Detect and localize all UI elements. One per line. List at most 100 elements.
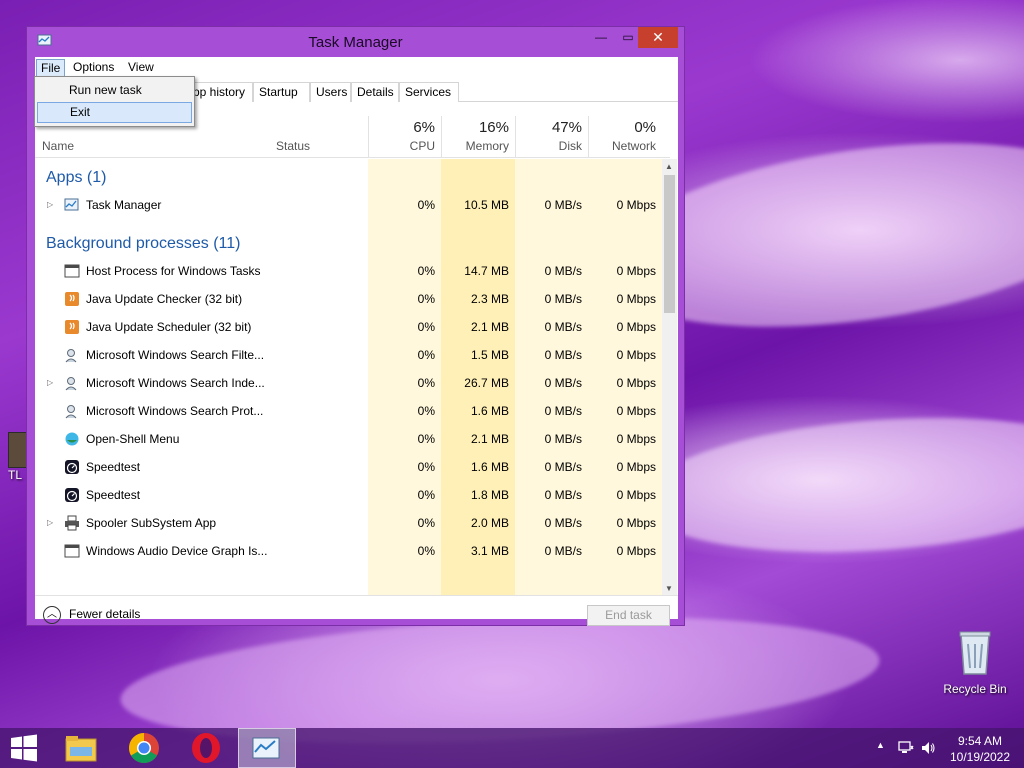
column-cpu[interactable]: 6% CPU	[368, 116, 441, 158]
scroll-down-arrow-icon[interactable]: ▼	[665, 584, 673, 593]
chrome-button[interactable]	[118, 728, 170, 768]
printer-icon	[65, 515, 79, 531]
speedtest-icon	[65, 488, 79, 502]
process-row[interactable]: ▷ Task Manager 0% 10.5 MB 0 MB/s 0 Mbps	[35, 191, 662, 219]
app-icon	[8, 432, 28, 468]
column-network[interactable]: 0% Network	[588, 116, 662, 158]
column-status[interactable]: Status	[276, 139, 310, 153]
clock[interactable]: 9:54 AM 10/19/2022	[948, 733, 1012, 765]
process-memory-value: 14.7 MB	[464, 264, 509, 278]
tab-services[interactable]: Services	[399, 82, 459, 102]
clock-time: 9:54 AM	[957, 734, 1003, 748]
process-disk-value: 0 MB/s	[544, 516, 582, 530]
process-row[interactable]: Host Process for Windows Tasks 0% 14.7 MB 0…	[35, 257, 662, 285]
volume-icon[interactable]	[920, 740, 936, 756]
process-disk-value: 0 MB/s	[544, 376, 582, 390]
process-row[interactable]: Speedtest 0% 1.8 MB 0 MB/s 0 Mbps	[35, 481, 662, 509]
process-row[interactable]: ▷ Spooler SubSystem App 0% 2.0 MB 0 MB/s 0 Mb…	[35, 509, 662, 537]
clock-date: 10/19/2022	[949, 750, 1011, 764]
group-header-label: Background processes (11)	[46, 235, 241, 252]
process-row[interactable]: Java Update Scheduler (32 bit) 0% 2.1 MB 0 …	[35, 313, 662, 341]
column-memory[interactable]: 16% Memory	[441, 116, 515, 158]
process-name: Windows Audio Device Graph Is...	[86, 544, 268, 558]
process-disk-value: 0 MB/s	[544, 264, 582, 278]
process-row[interactable]: Speedtest 0% 1.6 MB 0 MB/s 0 Mbps	[35, 453, 662, 481]
process-row[interactable]: Microsoft Windows Search Filte... 0% 1.5 M…	[35, 341, 662, 369]
process-cpu-value: 0%	[417, 320, 435, 334]
footer: ︿ Fewer details End task	[35, 595, 678, 626]
process-name: Java Update Scheduler (32 bit)	[86, 320, 252, 334]
process-cpu-value: 0%	[417, 488, 435, 502]
process-disk-value: 0 MB/s	[544, 198, 582, 212]
process-disk-value: 0 MB/s	[544, 404, 582, 418]
tab-details[interactable]: Details	[351, 82, 399, 102]
menu-item-exit[interactable]: Exit	[37, 102, 192, 123]
process-memory-value: 1.6 MB	[470, 404, 509, 418]
process-cpu-value: 0%	[417, 198, 435, 212]
close-button[interactable]: ✕	[638, 27, 678, 48]
scroll-up-arrow-icon[interactable]: ▲	[665, 162, 673, 171]
cpu-percent: 6%	[413, 119, 435, 136]
process-network-value: 0 Mbps	[616, 292, 656, 306]
process-disk-value: 0 MB/s	[544, 292, 582, 306]
show-hidden-icons[interactable]: ▲	[876, 740, 885, 750]
tab-app-history[interactable]: pp history	[187, 82, 253, 102]
expand-arrow-icon[interactable]: ▷	[47, 518, 53, 527]
search-user-icon	[65, 377, 77, 391]
process-name: Microsoft Windows Search Prot...	[86, 404, 264, 418]
tab-users[interactable]: Users	[310, 82, 351, 102]
process-disk-value: 0 MB/s	[544, 460, 582, 474]
group-background-processes: Background processes (11)	[35, 229, 662, 257]
process-cpu-value: 0%	[417, 544, 435, 558]
file-explorer-button[interactable]	[56, 728, 108, 768]
process-memory-value: 2.0 MB	[470, 516, 509, 530]
menu-options[interactable]: Options	[69, 59, 118, 77]
opera-button[interactable]	[180, 728, 232, 768]
tab-startup[interactable]: Startup	[253, 82, 310, 102]
menu-view[interactable]: View	[124, 59, 158, 77]
process-name: Microsoft Windows Search Inde...	[86, 376, 265, 390]
task-manager-icon	[252, 737, 280, 759]
process-memory-value: 26.7 MB	[464, 376, 509, 390]
process-memory-value: 1.8 MB	[470, 488, 509, 502]
scrollbar-thumb[interactable]	[664, 175, 675, 313]
process-network-value: 0 Mbps	[616, 544, 656, 558]
process-network-value: 0 Mbps	[616, 488, 656, 502]
vertical-scrollbar[interactable]: ▲ ▼	[662, 159, 677, 595]
column-name[interactable]: Name	[42, 139, 74, 153]
chevron-up-circle-icon[interactable]: ︿	[43, 606, 61, 624]
menu-item-run-new-task[interactable]: Run new task	[37, 80, 192, 101]
process-list: Apps (1) ▷ Task Manager 0% 10.5 MB 0 MB/s 0 Mb…	[35, 159, 662, 595]
minimize-button[interactable]: —	[587, 27, 615, 48]
process-name: Host Process for Windows Tasks	[86, 264, 261, 278]
process-row[interactable]: Microsoft Windows Search Prot... 0% 1.6 MB…	[35, 397, 662, 425]
start-button[interactable]	[0, 728, 52, 768]
process-cpu-value: 0%	[417, 264, 435, 278]
title-bar[interactable]: Task Manager — ▭ ✕	[27, 27, 684, 57]
expand-arrow-icon[interactable]: ▷	[47, 378, 53, 387]
group-apps: Apps (1)	[35, 163, 662, 191]
process-network-value: 0 Mbps	[616, 432, 656, 446]
java-icon	[65, 292, 79, 306]
menu-file[interactable]: File	[36, 59, 66, 77]
recycle-bin[interactable]: Recycle Bin	[940, 630, 1010, 696]
process-network-value: 0 Mbps	[616, 404, 656, 418]
process-row[interactable]: ▷ Microsoft Windows Search Inde... 0% 26.7 …	[35, 369, 662, 397]
end-task-button[interactable]: End task	[587, 605, 670, 626]
memory-label: Memory	[465, 139, 509, 153]
process-row[interactable]: Windows Audio Device Graph Is... 0% 3.1 MB…	[35, 537, 662, 565]
process-row[interactable]: Java Update Checker (32 bit) 0% 2.3 MB 0 MB…	[35, 285, 662, 313]
task-manager-taskbar-button[interactable]	[238, 728, 296, 768]
process-cpu-value: 0%	[417, 348, 435, 362]
start-icon	[11, 734, 37, 762]
fewer-details-link[interactable]: Fewer details	[69, 607, 140, 621]
column-disk[interactable]: 47% Disk	[515, 116, 588, 158]
process-disk-value: 0 MB/s	[544, 432, 582, 446]
search-user-icon	[65, 349, 77, 363]
network-icon[interactable]	[898, 740, 914, 756]
process-row[interactable]: Open-Shell Menu 0% 2.1 MB 0 MB/s 0 Mbps	[35, 425, 662, 453]
expand-arrow-icon[interactable]: ▷	[47, 200, 53, 209]
group-header-label: Apps (1)	[46, 169, 107, 186]
process-network-value: 0 Mbps	[616, 348, 656, 362]
process-memory-value: 2.1 MB	[470, 432, 509, 446]
